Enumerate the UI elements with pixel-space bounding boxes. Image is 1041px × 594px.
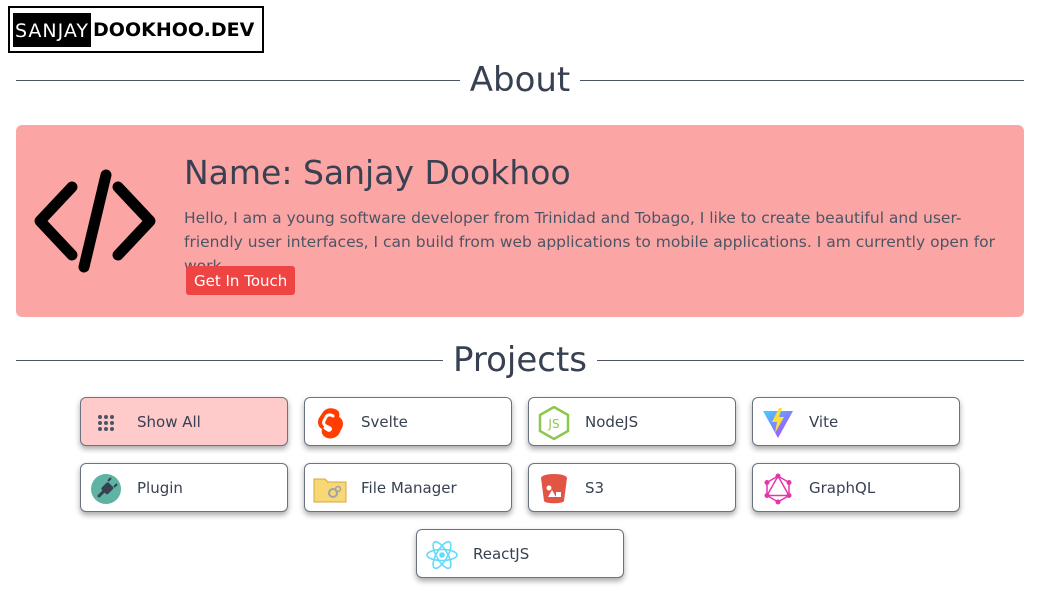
graphql-icon — [761, 472, 795, 506]
about-description: Hello, I am a young software developer f… — [184, 209, 996, 275]
site-logo[interactable]: SANJAY DOOKHOO.DEV — [8, 6, 264, 53]
filter-label: Plugin — [137, 479, 183, 497]
filter-label: ReactJS — [473, 545, 530, 563]
svg-text:JS: JS — [547, 417, 559, 431]
projects-heading: Projects — [16, 340, 1025, 380]
about-name: Name: Sanjay Dookhoo — [184, 153, 571, 192]
filter-show-all[interactable]: Show All — [80, 397, 288, 446]
filter-plugin[interactable]: Plugin — [80, 463, 288, 512]
filter-label: File Manager — [361, 479, 457, 497]
about-heading: About — [16, 60, 1024, 100]
filter-label: Vite — [809, 413, 839, 431]
grid-icon — [89, 406, 123, 440]
divider — [16, 79, 460, 81]
filter-label: Show All — [137, 413, 201, 431]
filter-vite[interactable]: Vite — [752, 397, 960, 446]
filter-svelte[interactable]: Svelte — [304, 397, 512, 446]
about-card: Name: Sanjay Dookhoo Hello, I am a young… — [16, 125, 1024, 317]
get-in-touch-button[interactable]: Get In Touch — [186, 266, 296, 295]
nodejs-icon: JS — [537, 406, 571, 440]
react-icon — [425, 538, 459, 572]
logo-first-part: SANJAY — [13, 12, 92, 47]
divider — [580, 79, 1024, 81]
code-icon — [34, 169, 156, 273]
folder-icon — [313, 472, 347, 506]
filter-label: NodeJS — [585, 413, 639, 431]
plugin-icon — [89, 472, 123, 506]
filter-reactjs[interactable]: ReactJS — [416, 529, 624, 578]
filter-label: Svelte — [361, 413, 408, 431]
divider — [16, 359, 443, 361]
filter-graphql[interactable]: GraphQL — [752, 463, 960, 512]
logo-second-part: DOOKHOO.DEV — [93, 18, 255, 41]
vite-icon — [761, 406, 795, 440]
filter-file-manager[interactable]: File Manager — [304, 463, 512, 512]
projects-title: Projects — [452, 340, 588, 380]
s3-bucket-icon — [537, 472, 571, 506]
about-title: About — [469, 60, 571, 100]
filter-label: GraphQL — [809, 479, 876, 497]
filter-nodejs[interactable]: JS NodeJS — [528, 397, 736, 446]
filter-label: S3 — [585, 479, 605, 497]
filter-s3[interactable]: S3 — [528, 463, 736, 512]
svelte-icon — [313, 406, 347, 440]
divider — [597, 359, 1025, 361]
